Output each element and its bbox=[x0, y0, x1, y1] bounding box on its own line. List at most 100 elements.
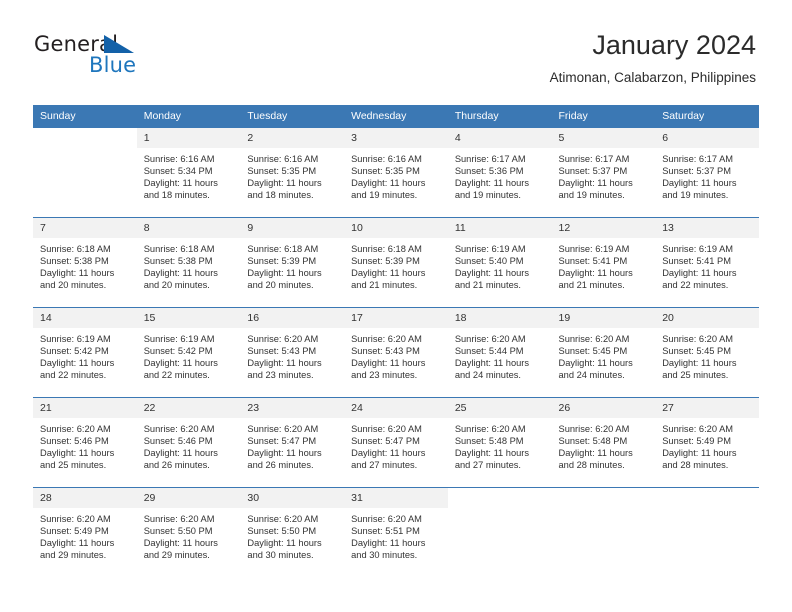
page-title: January 2024 bbox=[592, 30, 756, 60]
calendar-day-cell[interactable]: 1 Sunrise: 6:16 AM Sunset: 5:34 PM Daylight… bbox=[136, 128, 241, 218]
day-cell-inner: 22 Sunrise: 6:20 AM Sunset: 5:46 PM Dayligh… bbox=[136, 398, 241, 487]
daylight-duration-line2: and 28 minutes. bbox=[662, 460, 729, 471]
day-cell-inner: 29 Sunrise: 6:20 AM Sunset: 5:50 PM Dayligh… bbox=[136, 488, 241, 577]
daylight-duration-line1: Daylight: 11 hours bbox=[143, 358, 218, 369]
day-details: Sunrise: 6:17 AM Sunset: 5:37 PM Daylight:… bbox=[655, 148, 759, 201]
daylight-duration-line1: Daylight: 11 hours bbox=[351, 538, 426, 549]
daylight-duration-line1: Daylight: 11 hours bbox=[558, 448, 633, 459]
sunset-time: Sunset: 5:50 PM bbox=[247, 526, 317, 537]
calendar-day-cell[interactable]: 23 Sunrise: 6:20 AM Sunset: 5:47 PM Dayligh… bbox=[240, 397, 345, 488]
calendar-day-cell[interactable]: 25 Sunrise: 6:20 AM Sunset: 5:48 PM Dayligh… bbox=[447, 397, 552, 488]
daylight-duration-line1: Daylight: 11 hours bbox=[454, 178, 530, 189]
day-number bbox=[551, 488, 656, 508]
day-number: 17 bbox=[344, 308, 448, 328]
day-cell-inner: 9 Sunrise: 6:18 AM Sunset: 5:39 PM Daylight… bbox=[240, 218, 345, 307]
day-cell-inner: 21 Sunrise: 6:20 AM Sunset: 5:46 PM Dayligh… bbox=[33, 398, 137, 487]
calendar-day-cell[interactable]: 5 Sunrise: 6:17 AM Sunset: 5:37 PM Daylight… bbox=[551, 128, 656, 218]
calendar-day-cell[interactable]: 20 Sunrise: 6:20 AM Sunset: 5:45 PM Dayligh… bbox=[655, 307, 759, 398]
calendar-week-row: 21 Sunrise: 6:20 AM Sunset: 5:46 PM Dayligh… bbox=[33, 397, 759, 488]
sunrise-time: Sunrise: 6:20 AM bbox=[351, 334, 422, 344]
calendar-day-cell[interactable]: 26 Sunrise: 6:20 AM Sunset: 5:48 PM Dayligh… bbox=[551, 397, 656, 488]
day-number: 8 bbox=[136, 218, 241, 238]
sunrise-time: Sunrise: 6:19 AM bbox=[558, 244, 630, 254]
calendar-day-cell[interactable]: 22 Sunrise: 6:20 AM Sunset: 5:46 PM Dayligh… bbox=[136, 397, 241, 488]
daylight-duration-line2: and 25 minutes. bbox=[662, 370, 729, 381]
day-cell-inner: 27 Sunrise: 6:20 AM Sunset: 5:49 PM Dayligh… bbox=[655, 398, 759, 487]
day-details: Sunrise: 6:20 AM Sunset: 5:48 PM Daylight:… bbox=[552, 418, 656, 471]
weekday-header-saturday: Saturday bbox=[655, 105, 759, 128]
calendar-day-cell[interactable]: 12 Sunrise: 6:19 AM Sunset: 5:41 PM Dayligh… bbox=[551, 217, 656, 308]
calendar-day-cell[interactable]: 24 Sunrise: 6:20 AM Sunset: 5:47 PM Dayligh… bbox=[344, 397, 448, 488]
sunrise-time: Sunrise: 6:16 AM bbox=[247, 154, 319, 164]
sunrise-time: Sunrise: 6:18 AM bbox=[143, 244, 215, 254]
calendar-day-cell[interactable]: 13 Sunrise: 6:19 AM Sunset: 5:41 PM Dayligh… bbox=[655, 217, 759, 308]
calendar-day-cell[interactable]: 30 Sunrise: 6:20 AM Sunset: 5:50 PM Dayligh… bbox=[240, 487, 345, 577]
daylight-duration-line2: and 27 minutes. bbox=[351, 460, 418, 471]
calendar-day-cell[interactable]: 8 Sunrise: 6:18 AM Sunset: 5:38 PM Daylight… bbox=[136, 217, 241, 308]
day-cell-inner: 10 Sunrise: 6:18 AM Sunset: 5:39 PM Dayligh… bbox=[344, 218, 448, 307]
calendar-day-cell[interactable]: 10 Sunrise: 6:18 AM Sunset: 5:39 PM Dayligh… bbox=[344, 217, 448, 308]
calendar-day-cell[interactable]: 28 Sunrise: 6:20 AM Sunset: 5:49 PM Dayligh… bbox=[33, 487, 137, 577]
sunrise-time: Sunrise: 6:19 AM bbox=[454, 244, 526, 254]
day-number: 30 bbox=[240, 488, 345, 508]
calendar-day-cell[interactable]: 6 Sunrise: 6:17 AM Sunset: 5:37 PM Daylight… bbox=[655, 128, 759, 218]
daylight-duration-line1: Daylight: 11 hours bbox=[143, 538, 218, 549]
calendar-day-cell[interactable]: 27 Sunrise: 6:20 AM Sunset: 5:49 PM Dayligh… bbox=[655, 397, 759, 488]
calendar-day-cell[interactable]: 17 Sunrise: 6:20 AM Sunset: 5:43 PM Dayligh… bbox=[344, 307, 448, 398]
sunset-time: Sunset: 5:47 PM bbox=[351, 436, 420, 447]
daylight-duration-line1: Daylight: 11 hours bbox=[247, 358, 322, 369]
calendar-day-cell[interactable]: 19 Sunrise: 6:20 AM Sunset: 5:45 PM Dayligh… bbox=[551, 307, 656, 398]
calendar-day-cell[interactable]: 11 Sunrise: 6:19 AM Sunset: 5:40 PM Dayligh… bbox=[447, 217, 552, 308]
sunset-time: Sunset: 5:45 PM bbox=[662, 346, 731, 357]
calendar-day-cell[interactable]: 18 Sunrise: 6:20 AM Sunset: 5:44 PM Dayligh… bbox=[447, 307, 552, 398]
sunset-time: Sunset: 5:39 PM bbox=[351, 256, 420, 267]
daylight-duration-line1: Daylight: 11 hours bbox=[247, 268, 322, 279]
calendar-day-cell[interactable]: 3 Sunrise: 6:16 AM Sunset: 5:35 PM Daylight… bbox=[344, 128, 448, 218]
sunrise-time: Sunrise: 6:20 AM bbox=[247, 424, 319, 434]
calendar-day-cell[interactable]: 7 Sunrise: 6:18 AM Sunset: 5:38 PM Daylight… bbox=[33, 217, 137, 308]
calendar-day-cell[interactable]: 4 Sunrise: 6:17 AM Sunset: 5:36 PM Daylight… bbox=[447, 128, 552, 218]
sunset-time: Sunset: 5:37 PM bbox=[662, 166, 731, 177]
day-details: Sunrise: 6:16 AM Sunset: 5:35 PM Daylight:… bbox=[344, 148, 448, 201]
calendar-day-cell[interactable]: 29 Sunrise: 6:20 AM Sunset: 5:50 PM Dayligh… bbox=[136, 487, 241, 577]
day-cell-inner: 12 Sunrise: 6:19 AM Sunset: 5:41 PM Dayligh… bbox=[551, 218, 656, 307]
day-number: 28 bbox=[33, 488, 137, 508]
calendar-day-cell[interactable]: 2 Sunrise: 6:16 AM Sunset: 5:35 PM Daylight… bbox=[240, 128, 345, 218]
sunset-time: Sunset: 5:45 PM bbox=[558, 346, 628, 357]
weekday-header-thursday: Thursday bbox=[447, 105, 552, 128]
daylight-duration-line1: Daylight: 11 hours bbox=[558, 268, 633, 279]
day-details: Sunrise: 6:18 AM Sunset: 5:38 PM Daylight:… bbox=[137, 238, 241, 291]
day-cell-inner: 20 Sunrise: 6:20 AM Sunset: 5:45 PM Dayligh… bbox=[655, 308, 759, 397]
sunset-time: Sunset: 5:36 PM bbox=[454, 166, 524, 177]
logo-text-blue: Blue bbox=[89, 53, 137, 77]
sunset-time: Sunset: 5:37 PM bbox=[558, 166, 628, 177]
day-cell-inner: 30 Sunrise: 6:20 AM Sunset: 5:50 PM Dayligh… bbox=[240, 488, 345, 577]
calendar-day-cell[interactable]: 14 Sunrise: 6:19 AM Sunset: 5:42 PM Dayligh… bbox=[33, 307, 137, 398]
sunset-time: Sunset: 5:38 PM bbox=[143, 256, 213, 267]
day-details: Sunrise: 6:20 AM Sunset: 5:45 PM Daylight:… bbox=[655, 328, 759, 381]
daylight-duration-line2: and 23 minutes. bbox=[247, 370, 314, 381]
daylight-duration-line1: Daylight: 11 hours bbox=[454, 358, 530, 369]
calendar-day-cell[interactable]: 21 Sunrise: 6:20 AM Sunset: 5:46 PM Dayligh… bbox=[33, 397, 137, 488]
daylight-duration-line1: Daylight: 11 hours bbox=[143, 268, 218, 279]
calendar-day-cell[interactable]: 31 Sunrise: 6:20 AM Sunset: 5:51 PM Dayligh… bbox=[344, 487, 448, 577]
day-cell-inner: 23 Sunrise: 6:20 AM Sunset: 5:47 PM Dayligh… bbox=[240, 398, 345, 487]
day-cell-inner: 8 Sunrise: 6:18 AM Sunset: 5:38 PM Daylight… bbox=[136, 218, 241, 307]
general-blue-logo[interactable]: General Blue bbox=[34, 33, 154, 83]
day-number: 19 bbox=[551, 308, 656, 328]
day-details: Sunrise: 6:20 AM Sunset: 5:47 PM Daylight:… bbox=[344, 418, 448, 471]
daylight-duration-line1: Daylight: 11 hours bbox=[351, 448, 426, 459]
day-number: 27 bbox=[655, 398, 759, 418]
day-number: 7 bbox=[33, 218, 137, 238]
calendar-day-cell[interactable]: 9 Sunrise: 6:18 AM Sunset: 5:39 PM Daylight… bbox=[240, 217, 345, 308]
daylight-duration-line1: Daylight: 11 hours bbox=[247, 178, 322, 189]
daylight-duration-line1: Daylight: 11 hours bbox=[143, 448, 218, 459]
calendar-day-cell[interactable]: 16 Sunrise: 6:20 AM Sunset: 5:43 PM Dayligh… bbox=[240, 307, 345, 398]
day-details: Sunrise: 6:20 AM Sunset: 5:50 PM Daylight:… bbox=[240, 508, 344, 561]
day-details: Sunrise: 6:20 AM Sunset: 5:43 PM Daylight:… bbox=[344, 328, 448, 381]
calendar-day-cell[interactable]: 15 Sunrise: 6:19 AM Sunset: 5:42 PM Dayligh… bbox=[136, 307, 241, 398]
sunrise-time: Sunrise: 6:20 AM bbox=[662, 424, 734, 434]
day-cell-inner bbox=[655, 488, 759, 577]
sunrise-time: Sunrise: 6:20 AM bbox=[558, 424, 630, 434]
day-number: 14 bbox=[33, 308, 137, 328]
